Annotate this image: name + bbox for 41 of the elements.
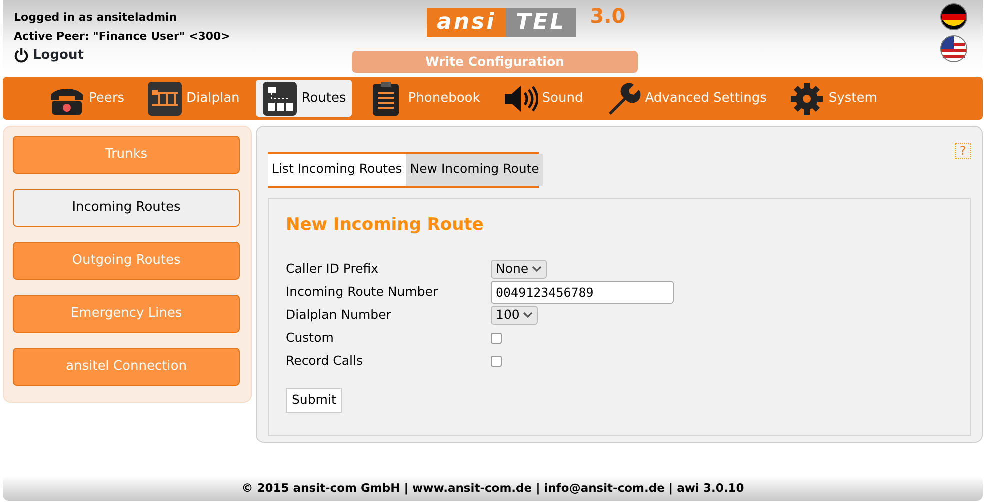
sidebar-item[interactable]: Incoming Routes [13, 189, 240, 227]
dialplan-icon [146, 80, 182, 116]
submit-button[interactable]: Submit [286, 388, 342, 413]
help-icon[interactable]: ? [955, 143, 971, 159]
field-label: Custom [286, 329, 335, 348]
select-field[interactable]: 100 [491, 306, 538, 326]
sidebar-item[interactable]: Emergency Lines [13, 295, 240, 333]
nav-tab[interactable]: Sound [496, 80, 590, 117]
chevron-icon [522, 312, 533, 320]
input-field[interactable]: 0049123456789 [491, 281, 674, 304]
nav-tab[interactable]: Routes [256, 80, 352, 117]
footer-text: © 2015 ansit-com GmbH | www.ansit-com.de | info@ansit-com.de | awi 3.0.10 [3, 476, 983, 501]
us-flag-icon[interactable] [940, 35, 968, 63]
tab[interactable]: List Incoming Routes [268, 154, 406, 186]
german-flag-icon[interactable] [940, 3, 968, 31]
sidebar-item[interactable]: Outgoing Routes [13, 242, 240, 280]
form-title: New Incoming Route [286, 214, 485, 237]
logout-link[interactable]: Logout [14, 46, 84, 65]
active-peer-text: Active Peer: "Finance User" <300> [14, 29, 230, 45]
checkbox[interactable] [491, 356, 502, 368]
chevron-icon [532, 266, 542, 274]
login-text: Logged in as ansiteladmin [14, 10, 178, 26]
nav-tab[interactable]: Phonebook [362, 80, 486, 117]
field-label: Incoming Route Number [286, 283, 440, 302]
field-label: Record Calls [286, 352, 364, 370]
logo: ansi TEL 3.0 [427, 8, 626, 37]
sidebar-item[interactable]: ansitel Connection [13, 348, 240, 386]
nav-tab[interactable]: Dialplan [140, 80, 246, 117]
checkbox[interactable] [491, 333, 502, 344]
select-field[interactable]: None [491, 260, 547, 280]
nav-tab[interactable]: Peers [43, 80, 130, 117]
routes-icon [262, 80, 298, 116]
write-configuration-button[interactable]: Write Configuration [352, 51, 638, 73]
nav-tab[interactable]: Advanced Settings [599, 80, 773, 117]
sidebar-item[interactable]: Trunks [13, 136, 240, 174]
power-icon [14, 48, 29, 63]
field-label: Caller ID Prefix [286, 260, 380, 278]
nav-tab[interactable]: System [782, 80, 884, 117]
tab[interactable]: New Incoming Route [406, 154, 544, 186]
gear-icon [788, 80, 825, 116]
field-label: Dialplan Number [286, 306, 392, 324]
